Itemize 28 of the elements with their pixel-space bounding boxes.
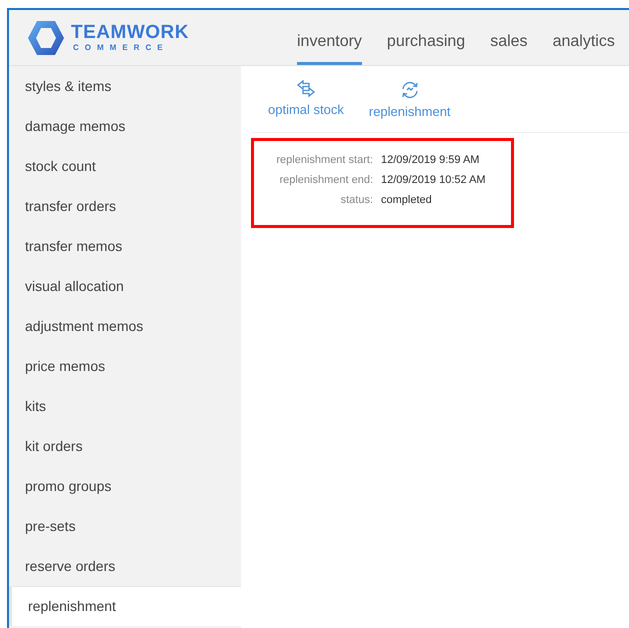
detail-value: 12/09/2019 10:52 AM bbox=[381, 172, 486, 188]
nav-tab[interactable]: inventory bbox=[297, 10, 362, 65]
sidebar-item[interactable]: transfer orders bbox=[9, 186, 241, 226]
nav-tab[interactable]: purchasing bbox=[386, 10, 466, 65]
logo-subtitle: COMMERCE bbox=[73, 44, 170, 52]
nav-tab[interactable]: analytics bbox=[552, 10, 615, 65]
sidebar-item[interactable]: styles & items bbox=[9, 66, 241, 106]
sidebar-item[interactable]: pre-sets bbox=[9, 506, 241, 546]
sidebar-item[interactable]: transfer memos bbox=[9, 226, 241, 266]
sidebar-item[interactable]: price memos bbox=[9, 346, 241, 386]
sidebar-item[interactable]: kit orders bbox=[9, 426, 241, 466]
sidebar-item[interactable]: damage memos bbox=[9, 106, 241, 146]
sidebar-item[interactable]: visual allocation bbox=[9, 266, 241, 306]
detail-value: 12/09/2019 9:59 AM bbox=[381, 152, 480, 168]
sidebar-item[interactable]: replenishment bbox=[9, 586, 241, 626]
sidebar-item[interactable]: reserve orders bbox=[9, 546, 241, 586]
detail-label: replenishment start: bbox=[275, 152, 373, 168]
detail-label: status: bbox=[340, 192, 373, 208]
swap-arrows-icon bbox=[296, 80, 316, 98]
logo-title: TEAMWORK bbox=[71, 23, 189, 42]
sidebar-item[interactable]: kits bbox=[9, 386, 241, 426]
sidebar-item[interactable]: stock count bbox=[9, 146, 241, 186]
sidebar-item[interactable]: promo groups bbox=[9, 466, 241, 506]
sidebar-item[interactable]: adjustment memos bbox=[9, 306, 241, 346]
logo-icon bbox=[27, 20, 65, 56]
nav-tab[interactable]: sales bbox=[490, 10, 528, 65]
detail-label: replenishment end: bbox=[278, 172, 373, 188]
detail-value: completed bbox=[381, 192, 432, 208]
